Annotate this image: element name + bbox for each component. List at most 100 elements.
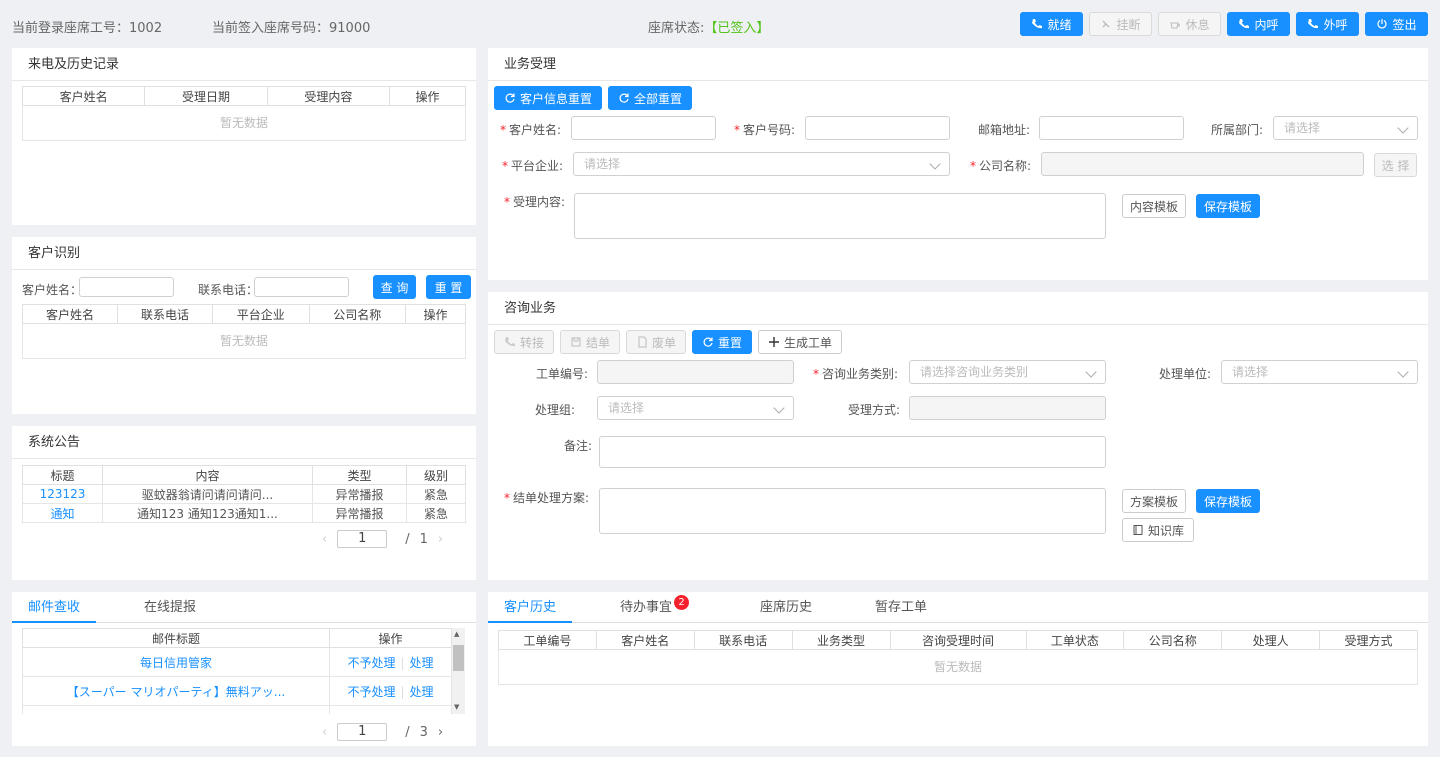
panel-title: 来电及历史记录	[12, 48, 476, 81]
prev-page-icon[interactable]: ‹	[322, 725, 327, 740]
ignore-link[interactable]: 不予处理	[347, 685, 395, 699]
select-placeholder: 请选择咨询业务类别	[920, 365, 1029, 379]
customer-name-input[interactable]	[79, 277, 174, 297]
customer-name-input[interactable]	[571, 116, 716, 140]
label-text: 咨询业务类别:	[822, 367, 899, 381]
create-order-label: 生成工单	[783, 335, 832, 350]
tab-seat-history[interactable]: 座席历史	[744, 592, 828, 623]
notice-type: 异常播报	[312, 484, 407, 504]
notice-title-link[interactable]: 通知	[22, 503, 103, 523]
scroll-down-icon[interactable]: ▼	[454, 703, 459, 711]
select-company-button[interactable]: 选 择	[1374, 153, 1417, 177]
void-order-label: 废单	[651, 335, 676, 350]
history-tabs: 客户历史 待办事宜 2 座席历史 暂存工单	[488, 592, 1428, 623]
next-page-icon[interactable]: ›	[438, 725, 443, 740]
customer-number-input[interactable]	[805, 116, 950, 140]
knowledge-button[interactable]: 知识库	[1122, 518, 1194, 542]
page-input[interactable]: 1	[337, 530, 388, 548]
consult-reset-button[interactable]: 重置	[692, 330, 752, 354]
outer-call-button[interactable]: 外呼	[1296, 12, 1359, 36]
tab-temp-orders[interactable]: 暂存工单	[859, 592, 943, 623]
login-id-label: 当前登录座席工号：1002	[12, 21, 163, 36]
reset-button[interactable]: 重 置	[426, 275, 471, 299]
column-header: 客户姓名	[21, 86, 146, 106]
remark-textarea[interactable]	[599, 436, 1106, 468]
ready-button[interactable]: 就绪	[1020, 12, 1083, 36]
rest-button[interactable]: 休息	[1158, 12, 1221, 36]
mail-panel: 邮件查收 在线提报 邮件标题 操作 每日信用管家 不予处理 | 处理 【スーパー マ…	[12, 592, 476, 746]
tab-online-report[interactable]: 在线提报	[128, 592, 212, 623]
tab-customer-history[interactable]: 客户历史	[488, 592, 572, 623]
ready-label: 就绪	[1047, 17, 1072, 32]
plan-template-button[interactable]: 方案模板	[1122, 489, 1186, 513]
empty-state: 暂无数据	[498, 650, 1418, 685]
seat-status-label: 座席状态:	[648, 21, 705, 36]
notice-title-link[interactable]: 123123	[22, 484, 103, 504]
column-header: 工单状态	[1025, 630, 1125, 650]
inner-call-button[interactable]: 内呼	[1227, 12, 1290, 36]
create-order-button[interactable]: 生成工单	[758, 330, 842, 354]
power-icon	[1377, 19, 1388, 29]
mail-title-link[interactable]: 【スーパー マリオパーティ】無料アッ...	[22, 676, 330, 706]
page-input[interactable]: 1	[337, 723, 388, 741]
hangup-button[interactable]: 挂断	[1089, 12, 1152, 36]
content-template-button[interactable]: 内容模板	[1122, 194, 1186, 218]
ignore-link[interactable]: 不予处理	[347, 656, 395, 670]
select-placeholder: 请选择	[1284, 121, 1321, 135]
handle-link[interactable]: 处理	[410, 685, 434, 699]
phone-input[interactable]	[254, 277, 349, 297]
tab-mail-inbox[interactable]: 邮件查收	[12, 592, 96, 623]
total-pages: 3	[419, 724, 428, 740]
reset-all-button[interactable]: 全部重置	[608, 86, 692, 110]
save-plan-template-button[interactable]: 保存模板	[1196, 489, 1260, 513]
notice-content: 驱蚊器翁请问请问请问...	[102, 484, 313, 504]
consult-panel: 咨询业务 转接 结单 废单 重置 生成工单 工单编号: * 咨询业务类别: 请选择…	[488, 292, 1428, 580]
prev-page-icon[interactable]: ‹	[322, 532, 327, 547]
sign-out-label: 签出	[1392, 17, 1417, 32]
consult-type-select[interactable]: 请选择咨询业务类别	[909, 360, 1106, 384]
handle-link[interactable]: 处理	[410, 656, 434, 670]
close-order-button[interactable]: 结单	[560, 330, 620, 354]
column-header: 公司名称	[308, 304, 406, 324]
remark-label: 备注:	[564, 439, 593, 453]
empty-state: 暂无数据	[22, 106, 466, 141]
consult-reset-label: 重置	[717, 335, 742, 350]
column-header: 客户姓名	[595, 630, 695, 650]
customer-reset-button[interactable]: 客户信息重置	[494, 86, 602, 110]
group-select[interactable]: 请选择	[597, 396, 794, 420]
sign-out-button[interactable]: 签出	[1365, 12, 1428, 36]
unit-label: 处理单位:	[1159, 367, 1212, 381]
void-order-button[interactable]: 废单	[626, 330, 686, 354]
plan-textarea[interactable]	[599, 488, 1106, 534]
scroll-thumb[interactable]	[453, 645, 464, 671]
chevron-down-icon	[1085, 366, 1097, 378]
top-bar: 当前登录座席工号：1002 当前签入座席号码：91000 座席状态:【已签入】 …	[0, 0, 1440, 48]
column-header: 业务类型	[791, 630, 891, 650]
query-button[interactable]: 查 询	[373, 275, 416, 299]
transfer-button[interactable]: 转接	[494, 330, 554, 354]
history-table: 客户姓名 受理日期 受理内容 操作	[21, 86, 466, 106]
phone-out-icon	[1308, 19, 1319, 29]
business-panel: 业务受理 客户信息重置 全部重置 * 客户姓名: * 客户号码: 邮箱地址: 所属部…	[488, 48, 1428, 280]
customer-identify-panel: 客户识别 客户姓名： 联系电话： 查 询 重 置 客户姓名 联系电话 平台企业 …	[12, 237, 476, 414]
chevron-down-icon	[773, 402, 785, 414]
phone-transfer-icon	[504, 337, 515, 347]
dept-select[interactable]: 请选择	[1273, 116, 1418, 140]
coffee-icon	[1170, 22, 1181, 29]
platform-select[interactable]: 请选择	[573, 152, 950, 176]
call-history-panel: 来电及历史记录 客户姓名 受理日期 受理内容 操作 暂无数据	[12, 48, 476, 225]
notice-type: 异常播报	[312, 503, 407, 523]
content-textarea[interactable]	[574, 193, 1106, 239]
mail-scrollbar[interactable]: ▲ ▼	[452, 628, 465, 714]
save-template-button[interactable]: 保存模板	[1196, 194, 1260, 218]
identify-table: 客户姓名 联系电话 平台企业 公司名称 操作	[22, 304, 466, 324]
email-input[interactable]	[1039, 116, 1184, 140]
next-page-icon[interactable]: ›	[438, 532, 443, 547]
mail-title-link[interactable]: 每日信用管家	[22, 647, 330, 677]
customer-history-table: 工单编号 客户姓名 联系电话 业务类型 咨询受理时间 工单状态 公司名称 处理人…	[498, 630, 1418, 650]
scroll-up-icon[interactable]: ▲	[454, 630, 459, 638]
column-header: 客户姓名	[22, 304, 118, 324]
refresh-icon	[619, 93, 629, 103]
unit-select[interactable]: 请选择	[1221, 360, 1418, 384]
book-icon	[1133, 525, 1143, 535]
